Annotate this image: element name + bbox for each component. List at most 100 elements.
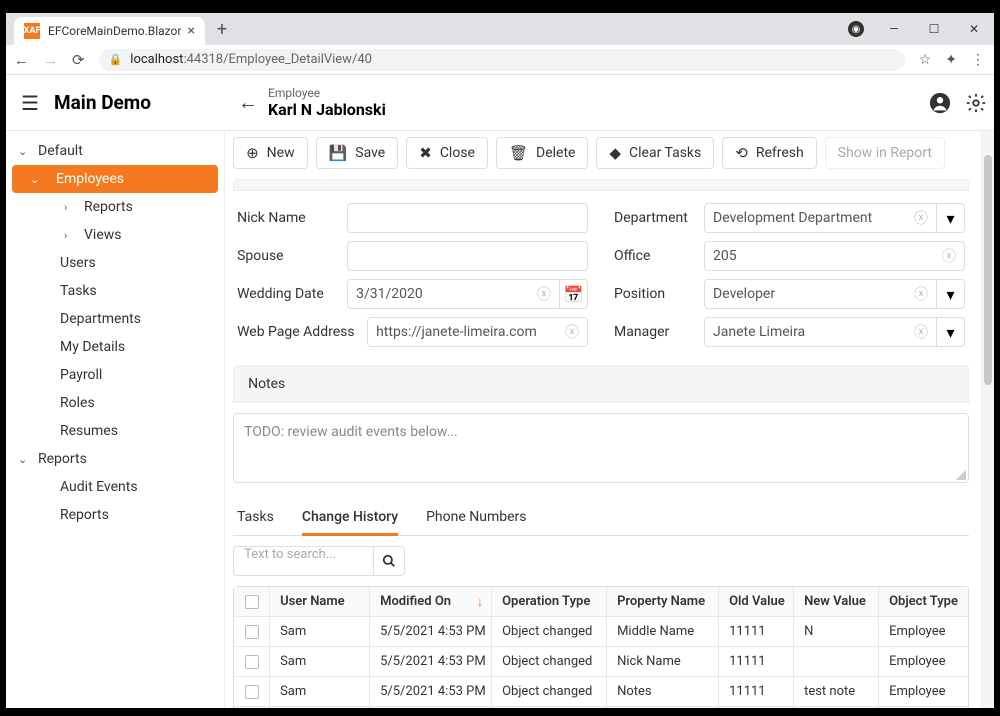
wedding-date-input[interactable]: 3/31/2020ⓧ <box>347 279 560 309</box>
cell-user: Sam <box>270 707 370 708</box>
department-input[interactable]: Development Departmentⓧ <box>704 203 937 233</box>
refresh-icon: ⟲ <box>735 144 748 162</box>
clear-icon[interactable]: ⓧ <box>537 284 551 304</box>
window-close-button[interactable]: ✕ <box>954 13 994 45</box>
sidebar-item-payroll[interactable]: Payroll <box>6 361 224 389</box>
col-property-name[interactable]: Property Name <box>607 587 719 616</box>
new-button[interactable]: ⊕New <box>233 137 308 169</box>
table-row[interactable]: Sam5/5/2021 4:53 PMObject changedMiddle … <box>234 617 968 647</box>
department-dropdown-button[interactable]: ▾ <box>937 203 965 233</box>
sidebar-item-reports-sub[interactable]: ›Reports <box>6 193 224 221</box>
sidebar-item-tasks[interactable]: Tasks <box>6 277 224 305</box>
url-field[interactable]: 🔒 localhost:44318/Employee_DetailView/40 <box>99 49 905 71</box>
row-checkbox[interactable] <box>234 647 270 676</box>
sidebar-item-roles[interactable]: Roles <box>6 389 224 417</box>
toolbar: ⊕New 💾Save ✖Close 🗑Delete ◆Clear Tasks ⟲… <box>233 131 969 175</box>
new-tab-button[interactable]: + <box>217 19 227 40</box>
office-input[interactable]: 205ⓧ <box>704 241 965 271</box>
cell-prop: Middle Name <box>607 707 719 708</box>
eraser-icon: ◆ <box>609 144 621 162</box>
clear-tasks-button[interactable]: ◆Clear Tasks <box>596 137 714 169</box>
col-object-type[interactable]: Object Type <box>879 587 968 616</box>
col-user-name[interactable]: User Name <box>270 587 370 616</box>
cell-user: Sam <box>270 677 370 706</box>
cell-prop: Nick Name <box>607 647 719 676</box>
manager-dropdown-button[interactable]: ▾ <box>937 317 965 347</box>
save-button[interactable]: 💾Save <box>316 137 399 169</box>
sidebar-item-default[interactable]: ⌄Default <box>6 137 224 165</box>
row-checkbox[interactable] <box>234 677 270 706</box>
calendar-button[interactable]: 📅 <box>560 279 588 309</box>
col-modified-on[interactable]: Modified On↓ <box>370 587 492 616</box>
sidebar-item-departments[interactable]: Departments <box>6 305 224 333</box>
clear-icon[interactable]: ⓧ <box>942 246 956 266</box>
account-icon[interactable] <box>922 92 958 114</box>
save-icon: 💾 <box>329 144 348 162</box>
scrollbar-thumb[interactable] <box>984 155 992 385</box>
back-arrow-icon[interactable]: ← <box>238 90 258 115</box>
gear-icon[interactable] <box>958 92 994 114</box>
close-button[interactable]: ✖Close <box>406 137 488 169</box>
spouse-input[interactable] <box>347 241 588 271</box>
table-row[interactable]: Sam5/5/2021 4:52 PMObject changedMiddle … <box>234 707 968 708</box>
cell-new <box>794 647 879 676</box>
search-button[interactable] <box>373 546 405 576</box>
media-indicator-icon[interactable]: ◉ <box>848 21 864 37</box>
tab-tasks[interactable]: Tasks <box>237 499 274 535</box>
delete-button[interactable]: 🗑Delete <box>496 137 589 169</box>
bookmark-star-icon[interactable]: ☆ <box>919 52 932 68</box>
nick-name-label: Nick Name <box>237 210 347 226</box>
clear-icon[interactable]: ⓧ <box>565 322 579 342</box>
cell-obj: Employee <box>879 677 968 706</box>
search-input[interactable]: Text to search... <box>233 546 373 576</box>
cell-op: Object changed <box>492 647 607 676</box>
table-row[interactable]: Sam5/5/2021 4:53 PMObject changedNick Na… <box>234 647 968 677</box>
sidebar-item-employees[interactable]: ⌄Employees <box>12 165 218 193</box>
sidebar-item-reports-child[interactable]: Reports <box>6 501 224 529</box>
position-input[interactable]: Developerⓧ <box>704 279 937 309</box>
sidebar-item-users[interactable]: Users <box>6 249 224 277</box>
hamburger-icon[interactable]: ☰ <box>6 91 54 115</box>
notes-header: Notes <box>233 365 969 403</box>
row-checkbox[interactable] <box>234 707 270 708</box>
nav-reload-icon[interactable]: ⟳ <box>72 51 85 69</box>
position-dropdown-button[interactable]: ▾ <box>937 279 965 309</box>
browser-tab[interactable]: XAF EFCoreMainDemo.Blazor × <box>14 17 205 45</box>
xaf-favicon: XAF <box>24 23 40 39</box>
tab-change-history[interactable]: Change History <box>302 499 398 535</box>
refresh-button[interactable]: ⟲Refresh <box>722 137 816 169</box>
sidebar-item-resumes[interactable]: Resumes <box>6 417 224 445</box>
table-row[interactable]: Sam5/5/2021 4:53 PMObject changedNotes11… <box>234 677 968 707</box>
sidebar-item-views-sub[interactable]: ›Views <box>6 221 224 249</box>
row-checkbox[interactable] <box>234 617 270 646</box>
department-label: Department <box>614 210 704 226</box>
sidebar-item-audit-events[interactable]: Audit Events <box>6 473 224 501</box>
browser-menu-icon[interactable]: ⋮ <box>971 52 986 68</box>
grid-select-all[interactable] <box>234 587 270 616</box>
cell-old: 11111 <box>719 617 794 646</box>
lock-icon: 🔒 <box>109 53 123 66</box>
detail-tabs: Tasks Change History Phone Numbers <box>233 499 969 536</box>
nav-back-icon[interactable]: ← <box>14 51 29 69</box>
window-maximize-button[interactable]: ☐ <box>914 13 954 45</box>
manager-input[interactable]: Janete Limeiraⓧ <box>704 317 937 347</box>
window-minimize-button[interactable]: — <box>874 13 914 45</box>
cell-obj: Employee <box>879 647 968 676</box>
web-page-input[interactable]: https://janete-limeira.comⓧ <box>367 317 588 347</box>
clear-icon[interactable]: ⓧ <box>914 208 928 228</box>
nick-name-input[interactable] <box>347 203 588 233</box>
sidebar-item-reports[interactable]: ⌄Reports <box>6 445 224 473</box>
extensions-icon[interactable]: ✦ <box>945 52 957 68</box>
sidebar-item-my-details[interactable]: My Details <box>6 333 224 361</box>
resize-handle-icon[interactable] <box>956 470 966 480</box>
clear-icon[interactable]: ⓧ <box>914 284 928 304</box>
notes-textarea[interactable]: TODO: review audit events below... <box>233 413 969 483</box>
vertical-scrollbar[interactable] <box>981 131 994 708</box>
clear-icon[interactable]: ⓧ <box>914 322 928 342</box>
tab-phone-numbers[interactable]: Phone Numbers <box>426 499 526 535</box>
col-new-value[interactable]: New Value <box>794 587 879 616</box>
col-old-value[interactable]: Old Value <box>719 587 794 616</box>
cell-modified: 5/5/2021 4:53 PM <box>370 647 492 676</box>
tab-close-icon[interactable]: × <box>187 23 194 39</box>
col-operation-type[interactable]: Operation Type <box>492 587 607 616</box>
